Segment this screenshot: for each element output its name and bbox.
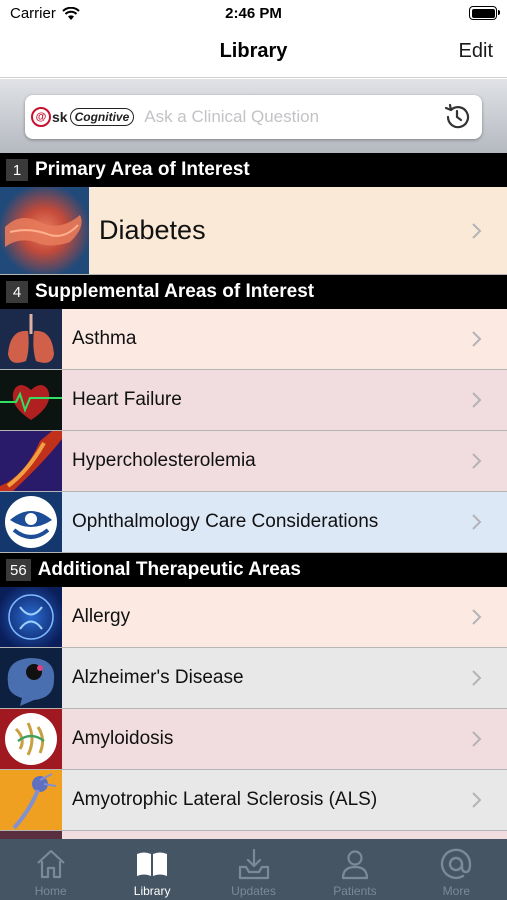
logo-sk-text: sk — [52, 109, 68, 125]
list-item-heart-failure[interactable]: Heart Failure — [0, 370, 507, 431]
tab-label: Updates — [231, 884, 276, 898]
list-item-label: Ophthalmology Care Considerations — [72, 511, 379, 532]
neuron-image — [0, 770, 62, 830]
list-item-amyloidosis[interactable]: Amyloidosis — [0, 709, 507, 770]
list-item-asthma[interactable]: Asthma — [0, 309, 507, 370]
chevron-right-icon — [472, 670, 482, 686]
section-header-primary: 1 Primary Area of Interest — [0, 153, 507, 187]
list-item-label: Asthma — [72, 328, 137, 349]
chevron-right-icon — [472, 222, 482, 239]
chevron-right-icon — [472, 731, 482, 747]
list-item-label: Heart Failure — [72, 389, 182, 410]
at-sign-icon — [441, 848, 472, 880]
tab-bar: Home Library Updates Patients More — [0, 839, 507, 900]
brain-image — [0, 648, 62, 708]
search-input[interactable] — [144, 107, 442, 127]
ask-cognitive-logo: @ sk Cognitive — [31, 105, 135, 129]
protein-image — [0, 709, 62, 769]
eye-care-logo — [0, 492, 62, 552]
list-item-als[interactable]: Amyotrophic Lateral Sclerosis (ALS) — [0, 770, 507, 831]
logo-cognitive-text: Cognitive — [69, 108, 135, 126]
chevron-right-icon — [472, 514, 482, 530]
section-count: 4 — [6, 281, 28, 303]
section-count: 1 — [6, 159, 28, 181]
list-item-label: Amyloidosis — [72, 728, 174, 749]
section-header-supplemental: 4 Supplemental Areas of Interest — [0, 275, 507, 309]
chevron-right-icon — [472, 609, 482, 625]
list-item-label: Allergy — [72, 606, 131, 627]
person-icon — [341, 850, 369, 880]
edit-button[interactable]: Edit — [459, 40, 493, 63]
tab-library[interactable]: Library — [101, 839, 202, 900]
list-item-label: Amyotrophic Lateral Sclerosis (ALS) — [72, 789, 378, 810]
heart-image — [0, 370, 62, 430]
tab-label: Patients — [333, 884, 377, 898]
chevron-right-icon — [472, 453, 482, 469]
list-item-ophthalmology[interactable]: Ophthalmology Care Considerations — [0, 492, 507, 553]
chevron-right-icon — [472, 331, 482, 347]
book-icon — [137, 852, 168, 876]
list-item-diabetes[interactable]: Diabetes — [0, 187, 507, 275]
section-title: Supplemental Areas of Interest — [35, 281, 315, 302]
page-title: Library — [219, 40, 288, 62]
home-icon — [36, 849, 65, 879]
tab-label: Home — [34, 884, 67, 898]
pancreas-image — [0, 187, 89, 274]
list-item-label: Hypercholesterolemia — [72, 450, 256, 471]
tab-home[interactable]: Home — [0, 839, 101, 900]
tab-updates[interactable]: Updates — [203, 839, 304, 900]
list-item-alzheimers[interactable]: Alzheimer's Disease — [0, 648, 507, 709]
status-bar: Carrier 2:46 PM — [0, 0, 507, 30]
search-box[interactable]: @ sk Cognitive — [25, 95, 482, 139]
chevron-right-icon — [472, 792, 482, 808]
section-count: 56 — [6, 559, 31, 581]
tab-label: More — [442, 884, 470, 898]
logo-at-mark: @ — [31, 107, 51, 127]
inbox-download-icon — [238, 848, 269, 880]
history-icon[interactable] — [442, 102, 472, 132]
section-title: Primary Area of Interest — [35, 159, 250, 180]
list-item-allergy[interactable]: Allergy — [0, 587, 507, 648]
tab-patients[interactable]: Patients — [304, 839, 405, 900]
list-item-hypercholesterolemia[interactable]: Hypercholesterolemia — [0, 431, 507, 492]
navigation-bar: Library Edit — [0, 30, 507, 78]
tab-label: Library — [133, 884, 171, 898]
allergy-image — [0, 587, 62, 647]
list-item-label: Diabetes — [99, 215, 206, 245]
section-title: Additional Therapeutic Areas — [37, 559, 301, 580]
search-area: @ sk Cognitive — [0, 79, 507, 153]
tab-more[interactable]: More — [406, 839, 507, 900]
list-item-label: Alzheimer's Disease — [72, 667, 244, 688]
section-header-additional: 56 Additional Therapeutic Areas — [0, 553, 507, 587]
chevron-right-icon — [472, 392, 482, 408]
battery-icon — [469, 6, 500, 20]
status-time: 2:46 PM — [225, 5, 282, 22]
lungs-image — [0, 309, 62, 369]
artery-image — [0, 431, 62, 491]
